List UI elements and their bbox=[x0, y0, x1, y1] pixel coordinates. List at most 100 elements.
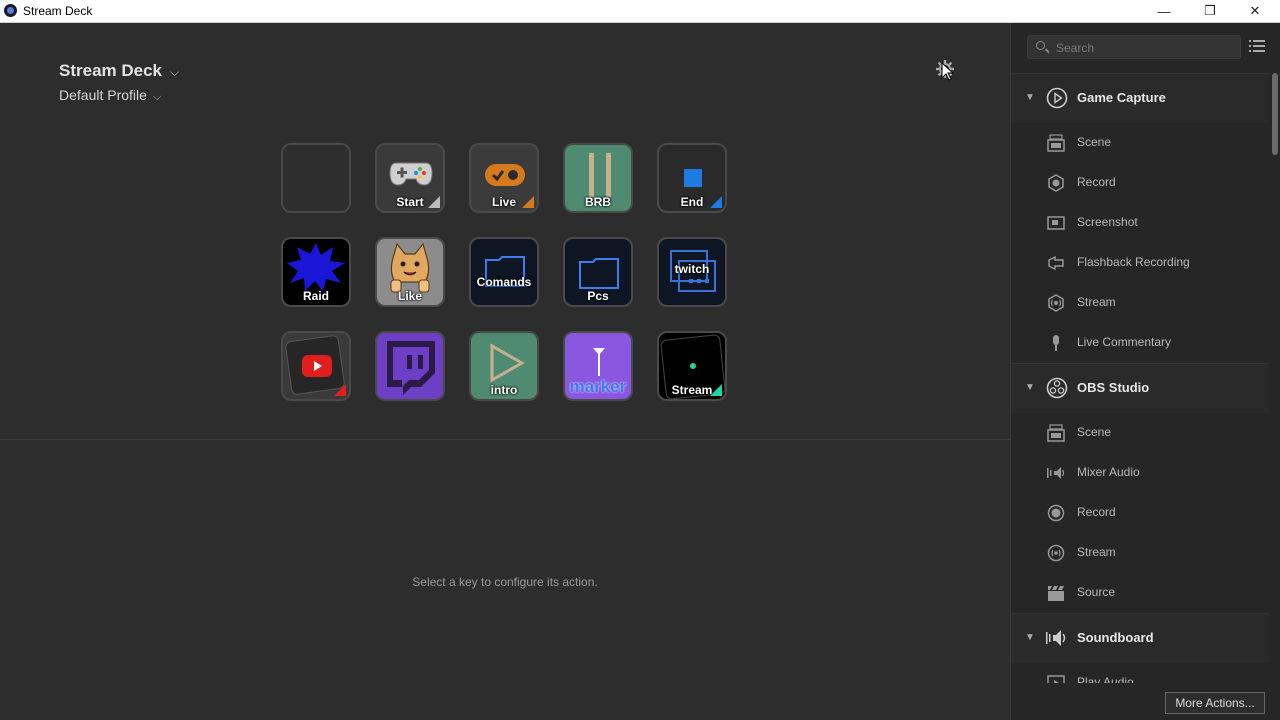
key-like[interactable]: Like bbox=[375, 237, 445, 307]
scene-icon bbox=[1047, 134, 1065, 152]
close-button[interactable]: ✕ bbox=[1232, 0, 1278, 22]
actions-list: ▼ Game Capture Scene Record Screenshot F… bbox=[1011, 73, 1269, 683]
search-box[interactable] bbox=[1027, 35, 1241, 59]
chevron-down-icon: ▼ bbox=[1025, 92, 1035, 103]
action-play-audio[interactable]: Play Audio bbox=[1011, 663, 1269, 683]
profile-selector[interactable]: Default Profile ⌵ bbox=[59, 87, 161, 104]
screenshot-icon bbox=[1047, 216, 1065, 230]
key-end[interactable]: End bbox=[657, 143, 727, 213]
record-icon bbox=[1047, 504, 1065, 522]
action-screenshot[interactable]: Screenshot bbox=[1011, 203, 1269, 243]
obs-icon bbox=[1046, 377, 1068, 399]
action-label: Flashback Recording bbox=[1077, 255, 1190, 269]
key-marker[interactable]: marker bbox=[563, 331, 633, 401]
key-start[interactable]: Start bbox=[375, 143, 445, 213]
chevron-down-icon: ⌵ bbox=[152, 91, 162, 103]
multi-action-corner-icon bbox=[522, 196, 534, 208]
action-label: Screenshot bbox=[1077, 215, 1138, 229]
action-scene[interactable]: Scene bbox=[1011, 123, 1269, 163]
action-record[interactable]: Record bbox=[1011, 163, 1269, 203]
action-label: Mixer Audio bbox=[1077, 465, 1140, 479]
folder-icon bbox=[579, 258, 619, 289]
key-label: Comands bbox=[476, 275, 532, 289]
pause-bars-icon bbox=[589, 153, 611, 197]
key-stream[interactable]: Stream bbox=[657, 331, 727, 401]
device-name: Stream Deck bbox=[59, 61, 163, 80]
main-area: Stream Deck ⌵ Default Profile ⌵ Start Li… bbox=[0, 23, 1010, 720]
action-source[interactable]: Source bbox=[1011, 573, 1269, 613]
key-twitch[interactable]: twitch bbox=[657, 237, 727, 307]
sidebar-scrollbar[interactable] bbox=[1271, 73, 1279, 683]
scene-icon bbox=[1047, 424, 1065, 442]
key-label: Raid bbox=[302, 289, 329, 303]
live-gamepad-icon bbox=[485, 164, 525, 186]
search-icon bbox=[1036, 41, 1045, 50]
play-circle-icon bbox=[1046, 87, 1068, 109]
category-soundboard[interactable]: ▼ Soundboard bbox=[1011, 613, 1269, 663]
mouse-cursor-icon bbox=[941, 62, 955, 81]
multi-action-corner-icon bbox=[428, 196, 440, 208]
more-actions-button[interactable]: More Actions... bbox=[1165, 692, 1265, 714]
key-label: intro bbox=[490, 383, 518, 397]
key-pcs[interactable]: Pcs bbox=[563, 237, 633, 307]
list-view-icon[interactable] bbox=[1249, 40, 1265, 54]
action-obs-stream[interactable]: Stream bbox=[1011, 533, 1269, 573]
device-selector[interactable]: Stream Deck ⌵ bbox=[59, 61, 179, 81]
stream-icon bbox=[1048, 294, 1064, 312]
raid-burst-icon bbox=[287, 243, 345, 291]
actions-sidebar: ▼ Game Capture Scene Record bbox=[1010, 23, 1280, 720]
play-triangle-icon bbox=[490, 343, 525, 383]
key-brb[interactable]: BRB bbox=[563, 143, 633, 213]
key-twitch-logo[interactable] bbox=[375, 331, 445, 401]
key-empty bbox=[283, 145, 349, 211]
configure-hint: Select a key to configure its action. bbox=[412, 575, 598, 589]
microphone-icon bbox=[1053, 335, 1059, 351]
scrollbar-thumb[interactable] bbox=[1272, 73, 1278, 155]
key-comands[interactable]: Comands bbox=[469, 237, 539, 307]
key-live[interactable]: Live bbox=[469, 143, 539, 213]
status-dot-icon bbox=[690, 363, 696, 369]
category-label: Game Capture bbox=[1077, 90, 1166, 105]
category-game-capture[interactable]: ▼ Game Capture bbox=[1011, 73, 1269, 123]
mixer-audio-icon bbox=[1047, 467, 1065, 479]
chevron-down-icon: ▼ bbox=[1025, 632, 1035, 643]
action-obs-record[interactable]: Record bbox=[1011, 493, 1269, 533]
key-label: BRB bbox=[585, 195, 611, 209]
action-obs-scene[interactable]: Scene bbox=[1011, 413, 1269, 453]
key-intro[interactable]: intro bbox=[469, 331, 539, 401]
action-label: Live Commentary bbox=[1077, 335, 1172, 349]
action-label: Record bbox=[1077, 175, 1116, 189]
canvas-area: Stream Deck ⌵ Default Profile ⌵ Start Li… bbox=[0, 23, 1010, 440]
action-label: Stream bbox=[1077, 295, 1116, 309]
category-label: Soundboard bbox=[1077, 630, 1154, 645]
key-1[interactable] bbox=[281, 143, 351, 213]
action-label: Record bbox=[1077, 505, 1116, 519]
youtube-icon bbox=[302, 355, 332, 377]
twitch-logo-icon bbox=[387, 341, 435, 395]
minimize-button[interactable]: — bbox=[1141, 0, 1187, 22]
restore-button[interactable]: ❐ bbox=[1187, 0, 1233, 22]
category-obs-studio[interactable]: ▼ OBS Studio bbox=[1011, 363, 1269, 413]
action-stream[interactable]: Stream bbox=[1011, 283, 1269, 323]
key-youtube[interactable] bbox=[281, 331, 351, 401]
speaker-icon bbox=[1046, 630, 1066, 646]
key-label: twitch bbox=[674, 262, 710, 276]
multi-action-corner-icon bbox=[710, 196, 722, 208]
play-audio-icon bbox=[1047, 675, 1065, 683]
marker-pin-icon bbox=[593, 348, 605, 376]
action-mixer-audio[interactable]: Mixer Audio bbox=[1011, 453, 1269, 493]
key-label: marker bbox=[569, 377, 627, 396]
gamepad-icon bbox=[389, 162, 433, 186]
action-live-commentary[interactable]: Live Commentary bbox=[1011, 323, 1269, 363]
action-label: Scene bbox=[1077, 135, 1112, 149]
category-label: OBS Studio bbox=[1077, 380, 1150, 395]
search-input[interactable] bbox=[1054, 39, 1238, 57]
key-raid[interactable]: Raid bbox=[281, 237, 351, 307]
multi-action-corner-icon bbox=[334, 384, 346, 396]
window-title: Stream Deck bbox=[23, 4, 93, 18]
flashback-icon bbox=[1048, 255, 1064, 271]
stop-square-icon bbox=[684, 169, 702, 187]
action-label: Stream bbox=[1077, 545, 1116, 559]
action-flashback-recording[interactable]: Flashback Recording bbox=[1011, 243, 1269, 283]
cat-thumbs-up-icon bbox=[390, 242, 430, 293]
